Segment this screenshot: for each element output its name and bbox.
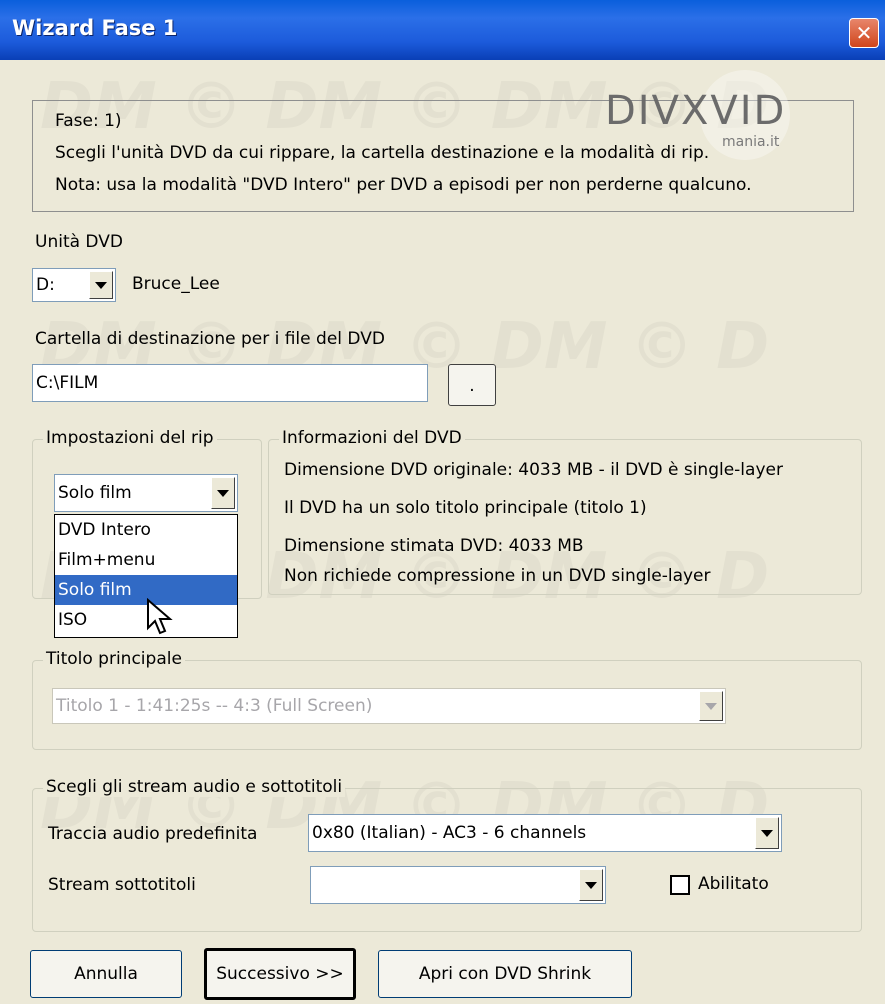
chevron-down-icon[interactable] — [89, 271, 113, 299]
open-dvd-shrink-button[interactable]: Apri con DVD Shrink — [378, 950, 632, 998]
title-bar[interactable]: Wizard Fase 1 ✕ — [0, 0, 885, 60]
streams-label: Scegli gli stream audio e sottotitoli — [43, 777, 346, 797]
next-button-label: Successivo >> — [216, 964, 344, 984]
dvd-volume-name: Bruce_Lee — [132, 274, 220, 294]
audio-track-select[interactable]: 0x80 (Italian) - AC3 - 6 channels — [308, 814, 782, 852]
main-title-select[interactable]: Titolo 1 - 1:41:25s -- 4:3 (Full Screen) — [52, 688, 726, 724]
main-title-value: Titolo 1 - 1:41:25s -- 4:3 (Full Screen) — [56, 696, 373, 716]
close-icon: ✕ — [855, 21, 873, 45]
dvd-info-line: Non richiede compressione in un DVD sing… — [284, 566, 711, 586]
dvd-drive-value: D: — [36, 275, 55, 295]
instructions-line: Nota: usa la modalità "DVD Intero" per D… — [55, 175, 752, 195]
streams-group: Scegli gli stream audio e sottotitoli — [32, 777, 862, 932]
browse-button-label: . — [469, 376, 475, 396]
mouse-cursor-icon — [147, 598, 173, 635]
close-button[interactable]: ✕ — [849, 18, 879, 48]
enabled-checkbox-label: Abilitato — [698, 874, 769, 894]
dialog-body: DM © DM © DM © D DM © DM © DM © D DM © D… — [0, 60, 885, 1004]
destination-label: Cartella di destinazione per i file del … — [35, 329, 385, 349]
instructions-line: Scegli l'unità DVD da cui rippare, la ca… — [55, 143, 710, 163]
cancel-button[interactable]: Annulla — [30, 950, 182, 998]
browse-button[interactable]: . — [448, 364, 496, 406]
dvd-drive-label: Unità DVD — [35, 232, 123, 252]
rip-mode-value: Solo film — [58, 483, 132, 503]
next-button[interactable]: Successivo >> — [204, 948, 356, 1000]
dvd-info-label: Informazioni del DVD — [279, 428, 465, 448]
dvd-info-line: Il DVD ha un solo titolo principale (tit… — [284, 498, 647, 518]
subtitle-stream-select[interactable] — [310, 866, 606, 904]
open-dvd-shrink-button-label: Apri con DVD Shrink — [418, 964, 592, 984]
dvd-drive-select[interactable]: D: — [32, 268, 116, 302]
audio-track-value: 0x80 (Italian) - AC3 - 6 channels — [312, 823, 587, 843]
main-title-label: Titolo principale — [43, 649, 185, 669]
instructions-line: Fase: 1) — [55, 111, 122, 131]
dvd-info-line: Dimensione DVD originale: 4033 MB - il D… — [284, 460, 783, 480]
enabled-checkbox[interactable] — [670, 875, 690, 895]
list-item-film-menu[interactable]: Film+menu — [55, 545, 237, 575]
destination-field[interactable]: C:\FILM — [32, 364, 428, 402]
destination-value: C:\FILM — [36, 373, 99, 393]
divxvid-logo: DIVXVID — [605, 88, 787, 134]
audio-track-label: Traccia audio predefinita — [48, 824, 258, 844]
list-item-dvd-intero[interactable]: DVD Intero — [55, 515, 237, 545]
window-title: Wizard Fase 1 — [12, 16, 178, 40]
rip-settings-label: Impostazioni del rip — [43, 428, 217, 448]
chevron-down-icon[interactable] — [579, 869, 603, 901]
cancel-button-label: Annulla — [74, 964, 138, 984]
rip-mode-select[interactable]: Solo film — [54, 474, 238, 512]
subtitle-stream-label: Stream sottotitoli — [48, 875, 196, 895]
chevron-down-icon[interactable] — [211, 477, 235, 509]
dvd-info-line: Dimensione stimata DVD: 4033 MB — [284, 536, 584, 556]
chevron-down-icon[interactable] — [755, 817, 779, 849]
chevron-down-icon[interactable] — [699, 691, 723, 721]
logo-subtext: mania.it — [722, 134, 780, 150]
